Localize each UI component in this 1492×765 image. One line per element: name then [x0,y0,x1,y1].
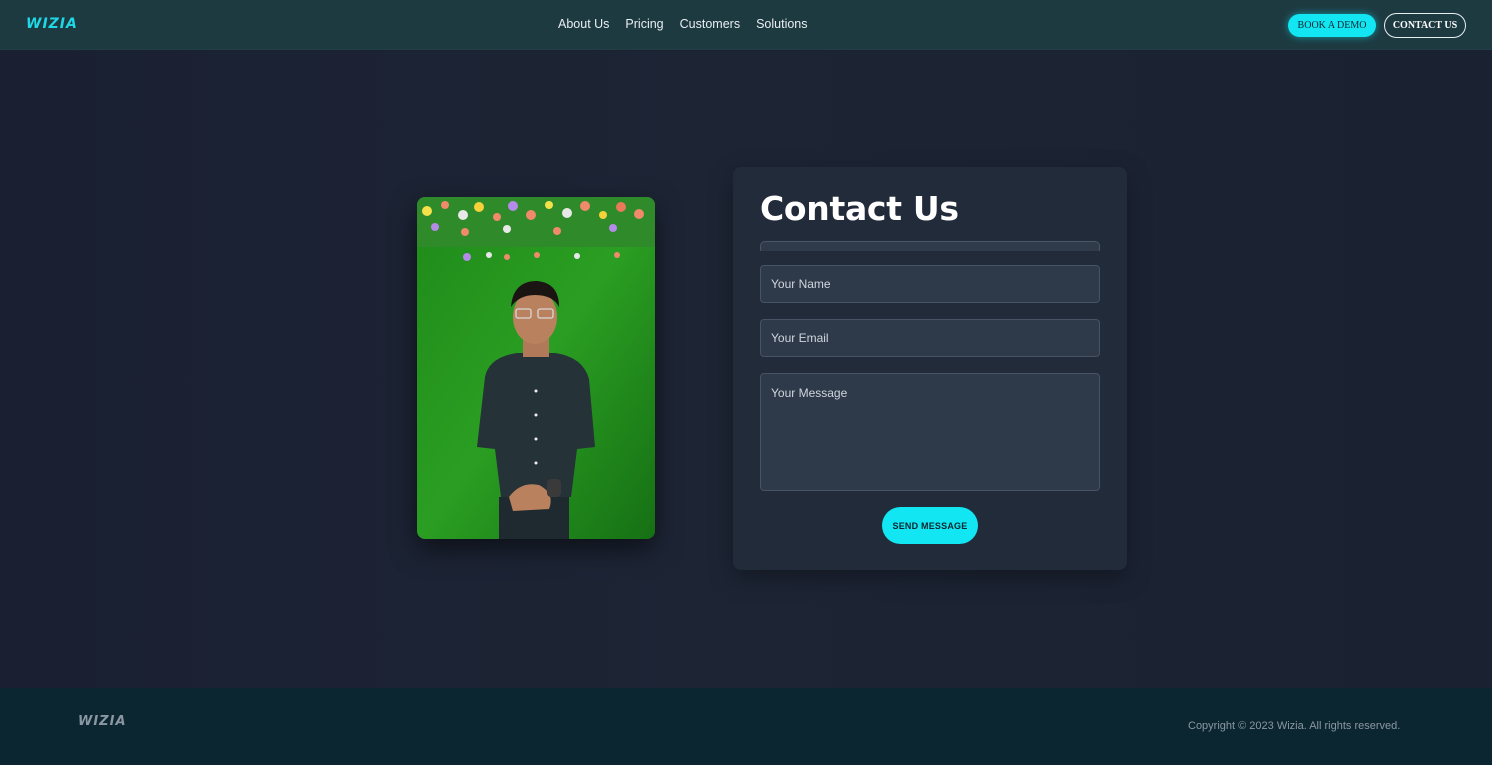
copyright-text: Copyright © 2023 Wizia. All rights reser… [1188,720,1401,732]
book-demo-button[interactable]: BOOK A DEMO [1288,14,1376,37]
send-message-button[interactable]: SEND MESSAGE [882,507,978,544]
footer: WIZIA Copyright © 2023 Wizia. All rights… [0,688,1492,765]
contact-card: Contact Us SEND MESSAGE [733,167,1127,570]
contact-us-button[interactable]: CONTACT US [1384,13,1466,38]
footer-logo[interactable]: WIZIA [78,714,127,729]
nav-link-customers[interactable]: Customers [680,17,740,31]
message-field[interactable] [760,373,1100,491]
brand-logo[interactable]: WIZIA [26,16,78,32]
top-navbar: WIZIA About Us Pricing Customers Solutio… [0,0,1492,50]
email-field[interactable] [760,319,1100,357]
name-field[interactable] [760,265,1100,303]
contact-title: Contact Us [760,189,959,228]
nav-link-pricing[interactable]: Pricing [625,17,663,31]
nav-links: About Us Pricing Customers Solutions [558,17,808,31]
card-divider [760,241,1100,251]
profile-photo [417,197,655,539]
nav-link-solutions[interactable]: Solutions [756,17,807,31]
nav-link-about-us[interactable]: About Us [558,17,609,31]
